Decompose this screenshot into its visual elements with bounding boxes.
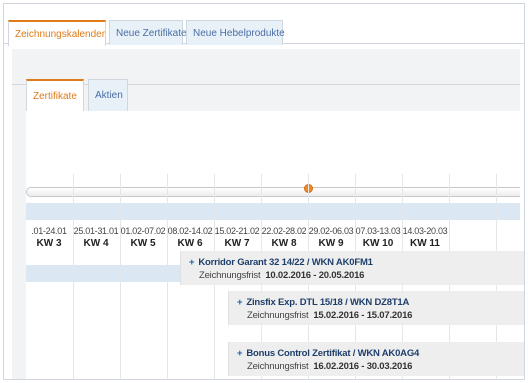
- subtab-zertifikate[interactable]: Zertifikate: [26, 79, 84, 111]
- week-dates: 08.02-14.02: [167, 226, 213, 236]
- tab-panel: Zertifikate Aktien .01-24.01 KW 3 25.01-3…: [12, 49, 520, 379]
- week-gridline: [120, 174, 121, 379]
- tab-neue-hebelprodukte[interactable]: Neue Hebelprodukte: [186, 20, 285, 45]
- top-tab-bar: Zeichnungskalender Neue Zertifikate Neue…: [4, 4, 524, 46]
- week-dates: 01.02-07.02: [120, 226, 166, 236]
- frist-label: Zeichnungsfrist: [247, 310, 309, 321]
- event-title[interactable]: + Korridor Garant 32 14/22 / WKN AK0FM1: [189, 257, 373, 268]
- week-number: KW 7: [224, 238, 250, 249]
- week-number: KW 6: [177, 238, 203, 249]
- event-subscription-period: Zeichnungsfrist 15.02.2016 - 15.07.2016: [247, 310, 412, 321]
- week-dates: 14.03-20.03: [402, 226, 448, 236]
- tab-zeichnungskalender[interactable]: Zeichnungskalender: [8, 20, 106, 46]
- frist-value: 15.02.2016 - 15.07.2016: [313, 310, 413, 321]
- week-column-header: .01-24.01 KW 3: [26, 221, 72, 265]
- week-column-header: 01.02-07.02 KW 5: [120, 221, 166, 265]
- event-title[interactable]: + Zinsfix Exp. DTL 15/18 / WKN DZ8T1A: [237, 297, 409, 308]
- week-dates: 07.03-13.03: [355, 226, 401, 236]
- week-number: KW 4: [83, 238, 109, 249]
- expand-plus-icon[interactable]: +: [189, 257, 195, 268]
- zeichnungskalender-widget: Zeichnungskalender Neue Zertifikate Neue…: [3, 3, 525, 380]
- frist-label: Zeichnungsfrist: [247, 361, 309, 372]
- week-dates: 15.02-21.02: [214, 226, 260, 236]
- subtab-aktien[interactable]: Aktien: [88, 79, 128, 111]
- week-number: KW 10: [362, 238, 394, 249]
- frist-label: Zeichnungsfrist: [199, 270, 261, 281]
- week-dates: 29.02-06.03: [308, 226, 354, 236]
- week-number: KW 5: [130, 238, 156, 249]
- calendar-header-band: [26, 203, 520, 220]
- event-subscription-period: Zeichnungsfrist 16.02.2016 - 30.03.2016: [247, 361, 412, 372]
- tab-neue-zertifikate[interactable]: Neue Zertifikate: [109, 20, 187, 45]
- expand-plus-icon[interactable]: +: [237, 348, 243, 359]
- event-subscription-period: Zeichnungsfrist 10.02.2016 - 20.05.2016: [199, 270, 364, 281]
- frist-value: 10.02.2016 - 20.05.2016: [265, 270, 365, 281]
- week-number: KW 11: [409, 238, 440, 249]
- expand-plus-icon[interactable]: +: [237, 297, 243, 308]
- event-title-text: Bonus Control Zertifikat / WKN AK0AG4: [246, 348, 420, 359]
- event-title-text: Korridor Garant 32 14/22 / WKN AK0FM1: [198, 257, 373, 268]
- week-gridline: [73, 174, 74, 379]
- week-column-header: 25.01-31.01 KW 4: [73, 221, 119, 265]
- week-number: KW 3: [36, 238, 62, 249]
- week-gridline: [167, 174, 168, 379]
- week-dates: 22.02-28.02: [261, 226, 307, 236]
- week-dates: .01-24.01: [31, 226, 67, 236]
- subscription-event[interactable]: + Bonus Control Zertifikat / WKN AK0AG4 Z…: [228, 342, 524, 376]
- subscription-event[interactable]: + Zinsfix Exp. DTL 15/18 / WKN DZ8T1A Zei…: [228, 291, 524, 325]
- calendar-content: .01-24.01 KW 3 25.01-31.01 KW 4 01.02-07.0…: [26, 111, 520, 379]
- event-title[interactable]: + Bonus Control Zertifikat / WKN AK0AG4: [237, 348, 419, 359]
- timeline-slider-track[interactable]: [26, 187, 520, 197]
- subscription-event[interactable]: + Korridor Garant 32 14/22 / WKN AK0FM1 Z…: [180, 251, 524, 285]
- frist-value: 16.02.2016 - 30.03.2016: [313, 361, 413, 372]
- week-dates: 25.01-31.01: [73, 226, 119, 236]
- week-number: KW 8: [271, 238, 297, 249]
- event-title-text: Zinsfix Exp. DTL 15/18 / WKN DZ8T1A: [246, 297, 410, 308]
- week-number: KW 9: [318, 238, 344, 249]
